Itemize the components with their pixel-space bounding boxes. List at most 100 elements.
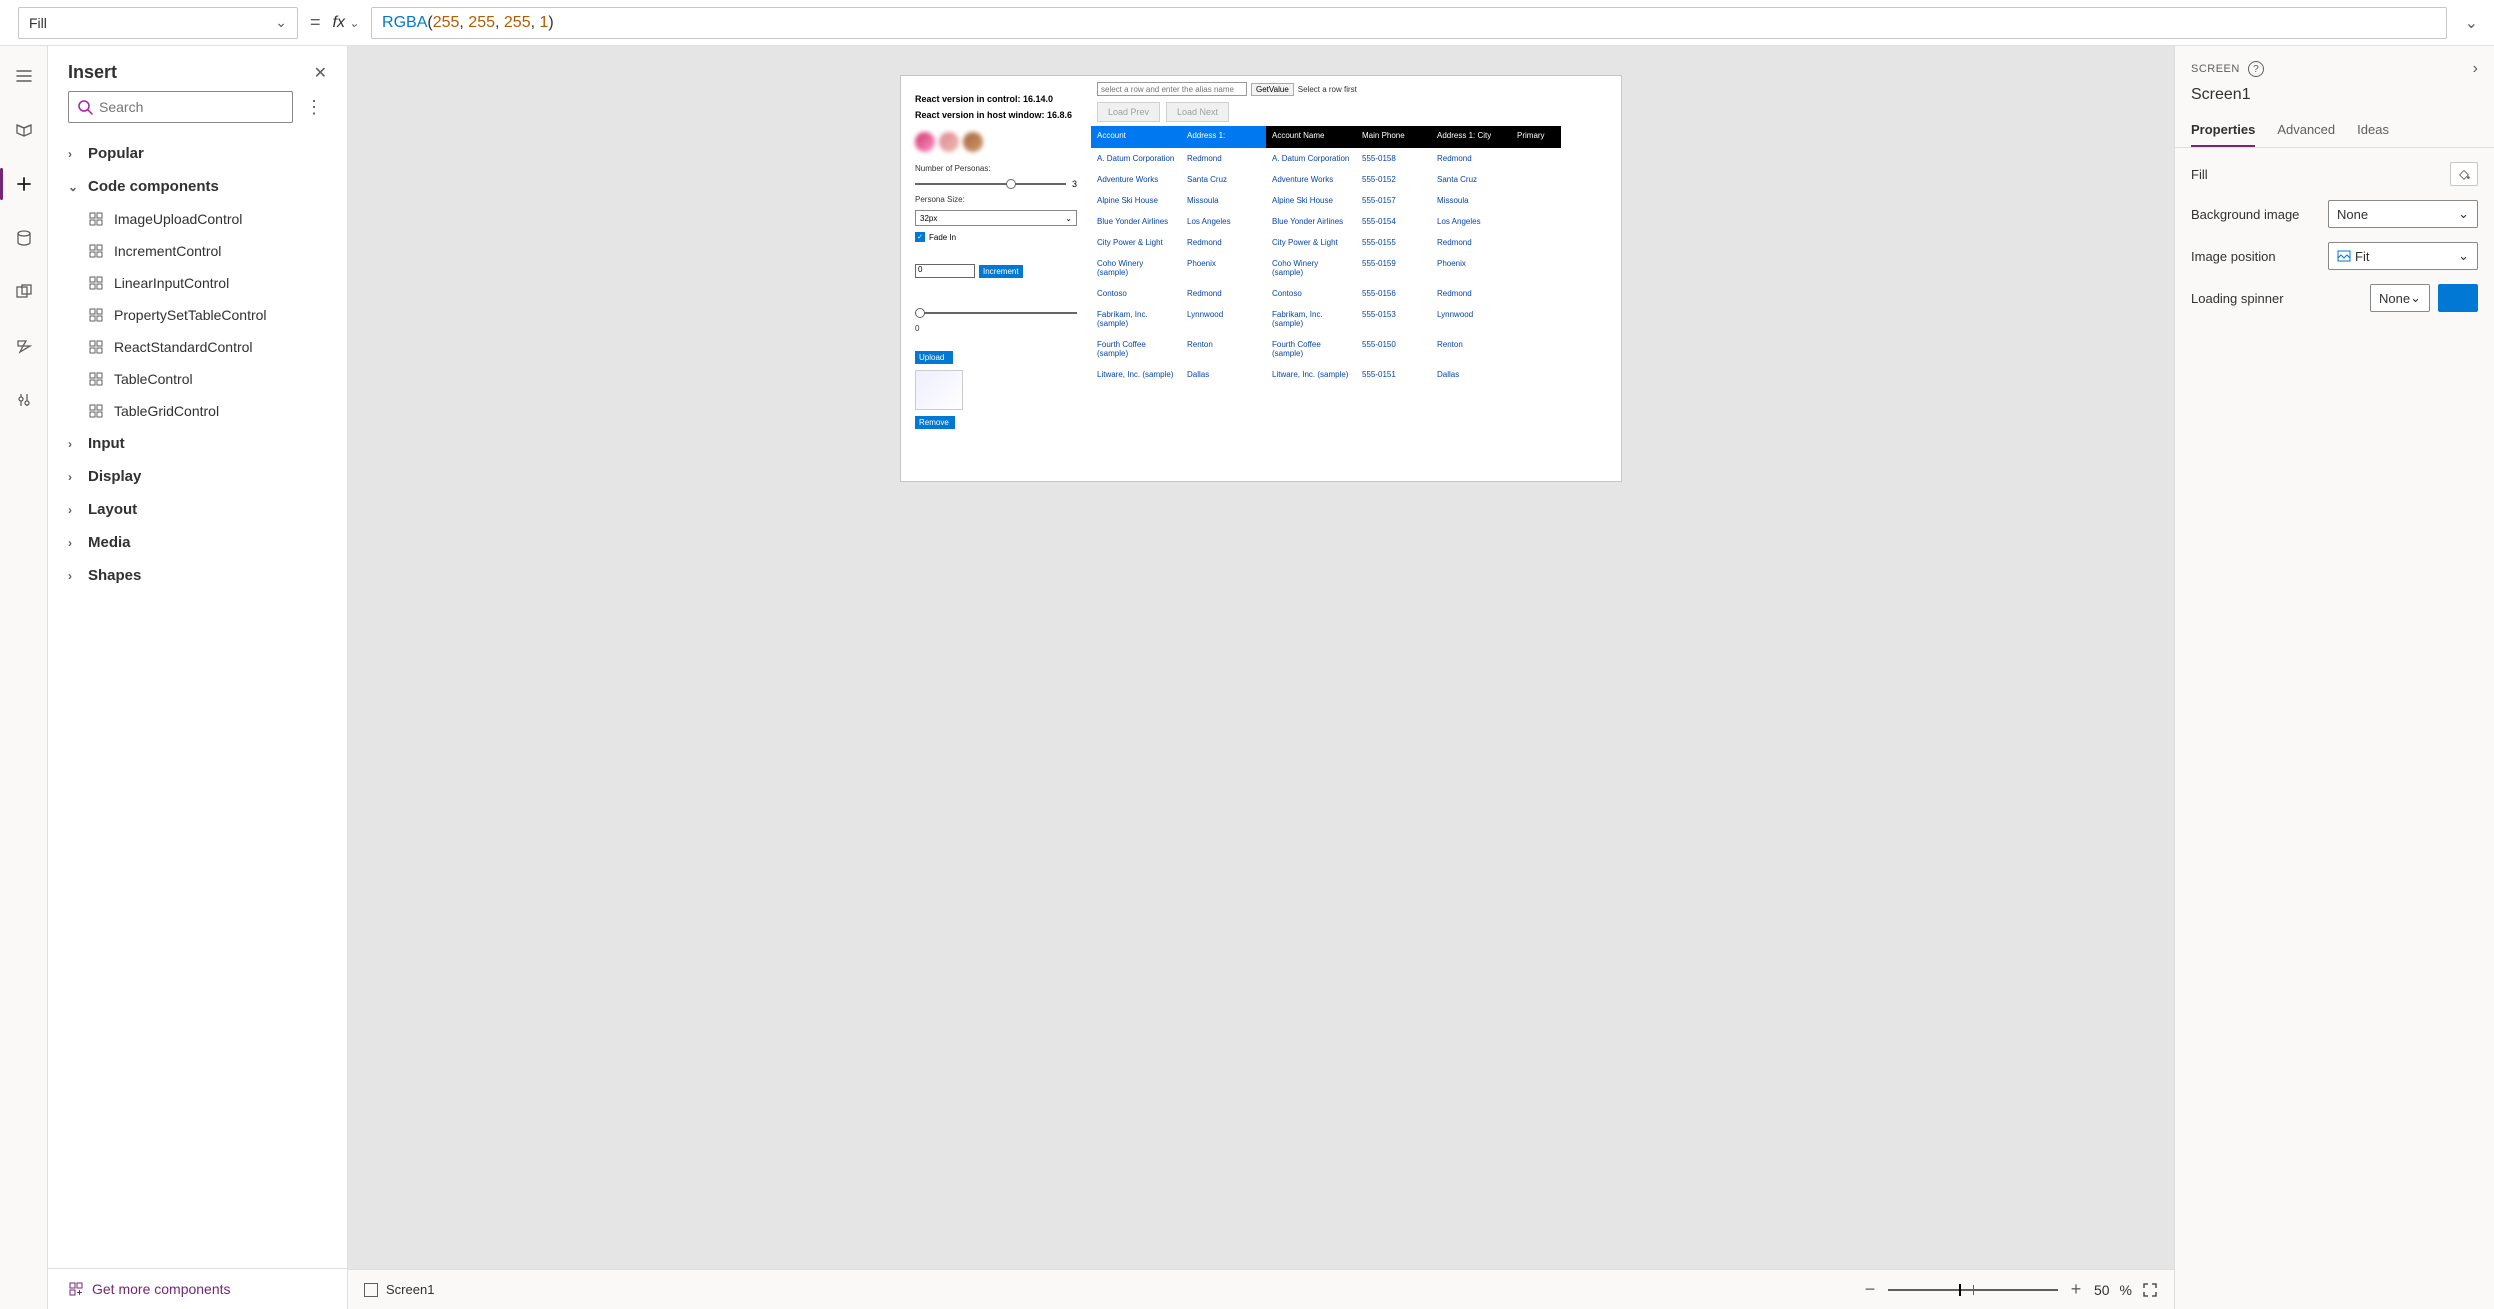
- data-icon[interactable]: [12, 226, 36, 250]
- group-media[interactable]: › Media: [48, 526, 347, 559]
- chevron-right-icon: ›: [68, 536, 80, 550]
- fx-label[interactable]: fx ⌄: [333, 14, 360, 32]
- table-cell: Santa Cruz: [1181, 169, 1266, 190]
- media-icon[interactable]: [12, 280, 36, 304]
- table-cell: Fourth Coffee (sample): [1091, 334, 1181, 364]
- table-cell: City Power & Light: [1266, 232, 1356, 253]
- table-row[interactable]: Blue Yonder Airlines Los Angeles Blue Yond…: [1091, 211, 1621, 232]
- component-icon: [88, 371, 104, 387]
- zoom-out-button[interactable]: −: [1862, 1279, 1878, 1300]
- fullscreen-icon[interactable]: [2142, 1282, 2158, 1298]
- hamburger-icon[interactable]: [12, 64, 36, 88]
- col-header[interactable]: Main Phone: [1356, 126, 1431, 148]
- fade-in-checkbox[interactable]: ✓ Fade In: [915, 232, 1077, 242]
- img-position-dropdown[interactable]: Fit ⌄: [2328, 242, 2478, 270]
- component-item[interactable]: IncrementControl: [48, 235, 347, 267]
- table-row[interactable]: City Power & LightRedmondCity Power & Li…: [1091, 232, 1621, 253]
- collapse-panel-icon[interactable]: ›: [2473, 60, 2478, 78]
- table-row[interactable]: Adventure WorksSanta CruzAdventure Works…: [1091, 169, 1621, 190]
- formula-fn: RGBA: [382, 14, 427, 32]
- component-item[interactable]: TableControl: [48, 363, 347, 395]
- insert-panel-title: Insert: [68, 62, 117, 83]
- zoom-in-button[interactable]: +: [2068, 1279, 2084, 1300]
- table-row[interactable]: Fourth Coffee (sample)RentonFourth Coffe…: [1091, 334, 1621, 364]
- group-code-components[interactable]: ⌄ Code components: [48, 170, 347, 203]
- status-bar: Screen1 − + 50 %: [348, 1269, 2174, 1309]
- table-cell: A. Datum Corporation: [1266, 148, 1356, 169]
- react-host-version: React version in host window: 16.8.6: [915, 110, 1077, 120]
- prop-img-pos-label: Image position: [2191, 249, 2276, 264]
- fill-color-swatch[interactable]: [2450, 162, 2478, 186]
- tab-advanced[interactable]: Advanced: [2277, 114, 2335, 147]
- increment-input[interactable]: 0: [915, 264, 975, 278]
- avatar: [963, 132, 983, 152]
- load-next-button[interactable]: Load Next: [1166, 102, 1229, 122]
- property-dropdown[interactable]: Fill ⌄: [18, 7, 298, 39]
- formula-input[interactable]: RGBA(255, 255, 255, 1): [371, 7, 2447, 39]
- help-icon[interactable]: ?: [2248, 61, 2264, 77]
- component-item[interactable]: LinearInputControl: [48, 267, 347, 299]
- table-cell: Redmond: [1181, 232, 1266, 253]
- more-icon[interactable]: ⋮: [301, 97, 327, 118]
- tab-properties[interactable]: Properties: [2191, 114, 2255, 147]
- group-layout[interactable]: › Layout: [48, 493, 347, 526]
- table-row[interactable]: Litware, Inc. (sample)DallasLitware, Inc…: [1091, 364, 1621, 385]
- search-field[interactable]: [99, 99, 284, 115]
- spinner-color-swatch[interactable]: [2438, 284, 2478, 312]
- table-cell: 555-0159: [1356, 253, 1431, 283]
- table-cell: Litware, Inc. (sample): [1266, 364, 1356, 385]
- upload-button[interactable]: Upload: [915, 351, 953, 364]
- linear-slider[interactable]: [915, 312, 1077, 314]
- spinner-dropdown[interactable]: None ⌄: [2370, 284, 2430, 312]
- table-row[interactable]: ContosoRedmondContoso555-0156Redmond: [1091, 283, 1621, 304]
- insert-icon[interactable]: [12, 172, 36, 196]
- search-input[interactable]: [68, 91, 293, 123]
- load-prev-button[interactable]: Load Prev: [1097, 102, 1160, 122]
- avatar: [939, 132, 959, 152]
- alias-input[interactable]: [1097, 82, 1247, 96]
- group-display[interactable]: › Display: [48, 460, 347, 493]
- table-cell: Alpine Ski House: [1091, 190, 1181, 211]
- group-input[interactable]: › Input: [48, 427, 347, 460]
- remove-button[interactable]: Remove: [915, 416, 955, 429]
- automations-icon[interactable]: [12, 334, 36, 358]
- prop-fill-label: Fill: [2191, 167, 2208, 182]
- get-value-button[interactable]: GetValue: [1251, 83, 1294, 96]
- table-cell: Missoula: [1181, 190, 1266, 211]
- component-item[interactable]: TableGridControl: [48, 395, 347, 427]
- tools-icon[interactable]: [12, 388, 36, 412]
- table-cell: City Power & Light: [1091, 232, 1181, 253]
- increment-button[interactable]: Increment: [979, 265, 1023, 278]
- table-row[interactable]: Fabrikam, Inc. (sample)LynnwoodFabrikam,…: [1091, 304, 1621, 334]
- table-cell: Blue Yonder Airlines: [1091, 211, 1181, 232]
- screen-artboard[interactable]: React version in control: 16.14.0 React …: [901, 76, 1621, 481]
- col-header[interactable]: Primary: [1511, 126, 1561, 148]
- table-row[interactable]: A. Datum CorporationRedmondA. Datum Corp…: [1091, 148, 1621, 169]
- get-more-components-link[interactable]: Get more components: [48, 1268, 347, 1309]
- num-personas-slider[interactable]: [915, 183, 1066, 185]
- component-item[interactable]: ReactStandardControl: [48, 331, 347, 363]
- table-cell: Fabrikam, Inc. (sample): [1091, 304, 1181, 334]
- table-cell: Coho Winery (sample): [1091, 253, 1181, 283]
- persona-size-dropdown[interactable]: 32px⌄: [915, 210, 1077, 226]
- num-personas-value: 3: [1072, 179, 1077, 189]
- zoom-slider[interactable]: [1888, 1289, 2058, 1291]
- tree-view-icon[interactable]: [12, 118, 36, 142]
- col-header[interactable]: Address 1:: [1181, 126, 1266, 148]
- bg-image-dropdown[interactable]: None ⌄: [2328, 200, 2478, 228]
- tab-ideas[interactable]: Ideas: [2357, 114, 2389, 147]
- component-item[interactable]: PropertySetTableControl: [48, 299, 347, 331]
- expand-formula-bar-icon[interactable]: ⌄: [2459, 13, 2484, 33]
- table-cell: Blue Yonder Airlines: [1266, 211, 1356, 232]
- col-header[interactable]: Account: [1091, 126, 1181, 148]
- component-icon: [88, 243, 104, 259]
- col-header[interactable]: Account Name: [1266, 126, 1356, 148]
- close-icon[interactable]: ✕: [314, 63, 327, 83]
- group-shapes[interactable]: › Shapes: [48, 559, 347, 592]
- table-cell: Los Angeles: [1431, 211, 1511, 232]
- component-item[interactable]: ImageUploadControl: [48, 203, 347, 235]
- col-header[interactable]: Address 1: City: [1431, 126, 1511, 148]
- group-popular[interactable]: › Popular: [48, 137, 347, 170]
- table-row[interactable]: Alpine Ski HouseMissoulaAlpine Ski House…: [1091, 190, 1621, 211]
- table-row[interactable]: Coho Winery (sample)PhoenixCoho Winery (…: [1091, 253, 1621, 283]
